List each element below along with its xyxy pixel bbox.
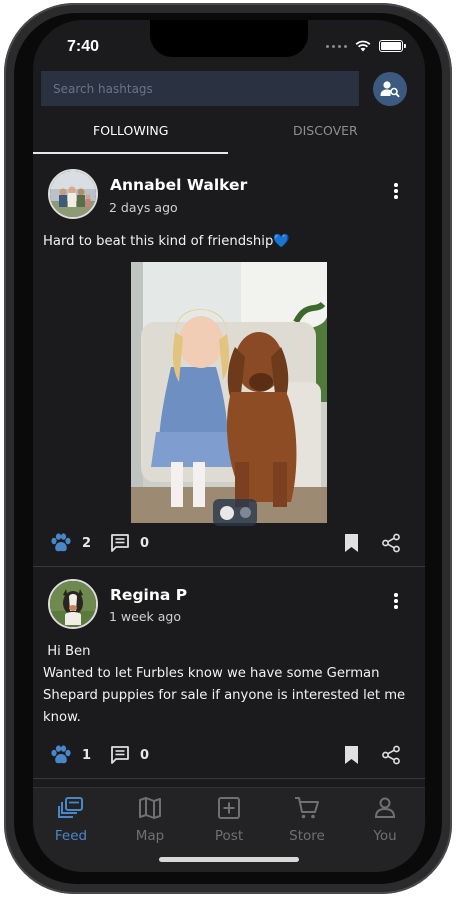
- status-time: 7:40: [67, 38, 100, 55]
- post-text-line: Hi Ben: [43, 644, 91, 659]
- post-divider: [33, 566, 425, 567]
- app-screen: 7:40 FOLLOWING DISCOVER: [33, 20, 425, 872]
- home-indicator[interactable]: [159, 857, 299, 862]
- nav-label: You: [373, 828, 397, 844]
- post-actions: 2 0: [33, 533, 425, 557]
- comment-icon[interactable]: [110, 533, 130, 553]
- bookmark-icon[interactable]: [344, 533, 359, 553]
- post-author-name[interactable]: Regina P: [110, 586, 187, 604]
- post-text: Hi Ben Wanted to let Furbles know we hav…: [43, 641, 413, 729]
- feed-icon: [58, 797, 83, 818]
- nav-item-you[interactable]: You: [350, 796, 420, 844]
- nav-item-post[interactable]: Post: [194, 796, 264, 844]
- image-carousel-indicator[interactable]: [213, 499, 257, 526]
- bookmark-icon[interactable]: [344, 745, 359, 765]
- tab-following[interactable]: FOLLOWING: [93, 123, 168, 138]
- post-text-line: know.: [43, 710, 81, 725]
- share-icon[interactable]: [381, 745, 401, 765]
- avatar[interactable]: [48, 169, 98, 219]
- post-icon: [218, 797, 240, 819]
- profile-icon: [374, 797, 396, 818]
- cart-icon: [295, 797, 319, 819]
- nav-item-store[interactable]: Store: [272, 796, 342, 844]
- post-text: Hard to beat this kind of friendship💙: [43, 234, 290, 249]
- map-icon: [139, 797, 161, 819]
- carousel-dot-active[interactable]: [219, 505, 234, 520]
- tab-discover[interactable]: DISCOVER: [293, 123, 358, 138]
- battery-icon: [379, 40, 406, 52]
- paw-icon[interactable]: [50, 745, 72, 765]
- more-options-icon[interactable]: [392, 183, 400, 199]
- share-icon[interactable]: [381, 533, 401, 553]
- wifi-icon: [355, 40, 371, 52]
- post-timestamp: 2 days ago: [109, 200, 178, 215]
- hashtag-search-input[interactable]: [41, 71, 359, 106]
- avatar-photo: [50, 171, 96, 217]
- post-author-name[interactable]: Annabel Walker: [110, 176, 247, 194]
- paw-count: 2: [82, 536, 92, 551]
- nav-item-feed[interactable]: Feed: [36, 796, 106, 844]
- post-timestamp: 1 week ago: [109, 609, 181, 624]
- active-tab-indicator: [33, 152, 228, 154]
- nav-label: Store: [289, 828, 325, 844]
- nav-label: Post: [214, 828, 244, 844]
- signal-icon: [326, 44, 347, 48]
- user-search-icon: [380, 81, 400, 98]
- paw-count: 1: [82, 748, 92, 763]
- post-image[interactable]: [131, 262, 327, 523]
- paw-icon[interactable]: [50, 533, 72, 553]
- nav-item-map[interactable]: Map: [115, 796, 185, 844]
- more-options-icon[interactable]: [392, 593, 400, 609]
- carousel-dot[interactable]: [239, 507, 251, 518]
- user-search-button[interactable]: [373, 72, 407, 106]
- post-divider: [33, 778, 425, 779]
- comment-count: 0: [140, 536, 150, 551]
- post-text-line: Wanted to let Furbles know we have some …: [43, 666, 380, 681]
- avatar-photo: [50, 581, 96, 627]
- notch: [150, 20, 308, 57]
- post-text-line: Shepard puppies for sale if anyone is in…: [43, 688, 406, 703]
- status-icons: [326, 40, 406, 52]
- comment-icon[interactable]: [110, 745, 130, 765]
- comment-count: 0: [140, 748, 150, 763]
- post-actions: 1 0: [33, 745, 425, 769]
- avatar[interactable]: [48, 579, 98, 629]
- nav-label: Feed: [54, 828, 88, 844]
- nav-label: Map: [135, 828, 165, 844]
